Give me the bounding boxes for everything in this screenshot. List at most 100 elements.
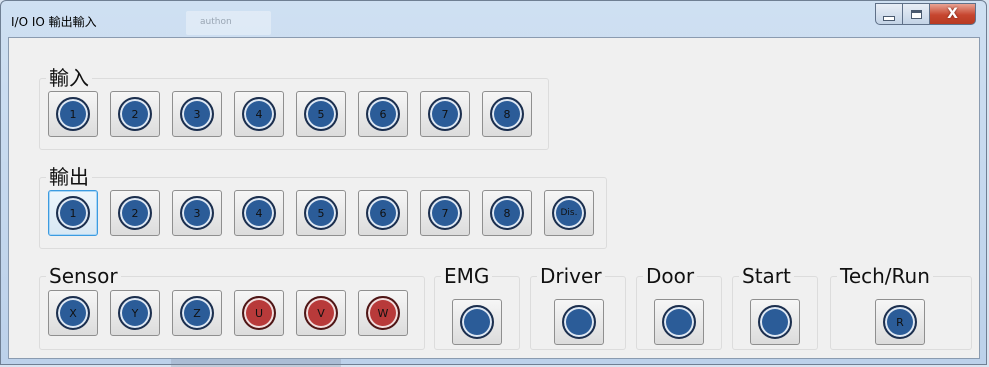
output-lamp-icon: Dis. [552, 196, 586, 230]
input-lamp-label: 4 [255, 108, 263, 121]
output-button-4[interactable]: 4 [234, 190, 284, 236]
input-lamp-icon: 4 [242, 97, 276, 131]
input-lamp-label: 6 [379, 108, 387, 121]
sensor-group: Sensor X Y Z U V W [39, 265, 425, 350]
start-group-label: Start [739, 265, 794, 287]
sensor-lamp-label: Z [193, 307, 201, 320]
minimize-button[interactable] [875, 3, 903, 25]
output-button-9[interactable]: Dis. [544, 190, 594, 236]
input-lamp-icon: 1 [56, 97, 90, 131]
output-lamp-label: 5 [317, 207, 325, 220]
sensor-lamp-icon: X [56, 296, 90, 330]
input-lamp-icon: 7 [428, 97, 462, 131]
output-button-6[interactable]: 6 [358, 190, 408, 236]
background-window-ghost: authon [186, 11, 271, 35]
maximize-button[interactable] [903, 3, 930, 25]
close-icon: X [947, 6, 958, 22]
input-lamp-label: 8 [503, 108, 511, 121]
techrun-group-label: Tech/Run [837, 265, 933, 287]
input-button-1[interactable]: 1 [48, 91, 98, 137]
input-button-3[interactable]: 3 [172, 91, 222, 137]
sensor-button-3[interactable]: Z [172, 290, 222, 336]
input-lamp-icon: 6 [366, 97, 400, 131]
output-lamp-icon: 2 [118, 196, 152, 230]
input-button-2[interactable]: 2 [110, 91, 160, 137]
input-lamp-label: 1 [69, 108, 77, 121]
emg-group: EMG [434, 265, 520, 350]
maximize-icon [910, 9, 922, 19]
techrun-button[interactable]: R [875, 299, 925, 345]
input-lamp-label: 7 [441, 108, 449, 121]
output-lamp-label: 4 [255, 207, 263, 220]
output-button-8[interactable]: 8 [482, 190, 532, 236]
output-lamp-icon: 5 [304, 196, 338, 230]
output-lamp-icon: 7 [428, 196, 462, 230]
input-lamp-icon: 5 [304, 97, 338, 131]
techrun-lamp-icon: R [883, 305, 917, 339]
sensor-lamp-label: Y [131, 307, 139, 320]
input-lamp-icon: 8 [490, 97, 524, 131]
output-lamp-label: 7 [441, 207, 449, 220]
input-button-8[interactable]: 8 [482, 91, 532, 137]
input-lamp-label: 3 [193, 108, 201, 121]
output-button-5[interactable]: 5 [296, 190, 346, 236]
sensor-button-2[interactable]: Y [110, 290, 160, 336]
input-group-label: 輸入 [46, 67, 92, 89]
door-group-label: Door [643, 265, 698, 287]
door-lamp-icon [662, 305, 696, 339]
output-button-1[interactable]: 1 [48, 190, 98, 236]
start-group: Start [732, 265, 818, 350]
background-window-ghost-bottom [171, 359, 341, 367]
input-group: 輸入 1 2 3 4 5 6 7 8 [39, 67, 549, 150]
output-lamp-label: 1 [69, 207, 77, 220]
output-button-7[interactable]: 7 [420, 190, 470, 236]
techrun-button-label: R [896, 316, 904, 329]
sensor-lamp-icon: Y [118, 296, 152, 330]
start-lamp-icon [758, 305, 792, 339]
title-bar[interactable]: I/O IO 輸出輸入 authon X [1, 1, 986, 37]
driver-group: Driver [530, 265, 626, 350]
door-lamp-button[interactable] [654, 299, 704, 345]
output-lamp-icon: 4 [242, 196, 276, 230]
start-lamp-button[interactable] [750, 299, 800, 345]
output-lamp-icon: 6 [366, 196, 400, 230]
output-lamp-label: 2 [131, 207, 139, 220]
output-lamp-icon: 1 [56, 196, 90, 230]
sensor-lamp-icon: U [242, 296, 276, 330]
emg-lamp-button[interactable] [452, 299, 502, 345]
sensor-button-4[interactable]: U [234, 290, 284, 336]
input-lamp-icon: 3 [180, 97, 214, 131]
sensor-button-6[interactable]: W [358, 290, 408, 336]
minimize-icon [883, 15, 895, 21]
driver-group-label: Driver [537, 265, 605, 287]
sensor-group-label: Sensor [46, 265, 121, 287]
sensor-lamp-icon: V [304, 296, 338, 330]
window-controls: X [875, 3, 976, 27]
input-lamp-label: 2 [131, 108, 139, 121]
sensor-button-5[interactable]: V [296, 290, 346, 336]
io-window: I/O IO 輸出輸入 authon X 輸入 1 2 3 4 5 6 7 8 輸出 1 2 3 4… [0, 0, 987, 367]
close-button[interactable]: X [930, 3, 976, 25]
sensor-button-1[interactable]: X [48, 290, 98, 336]
output-button-2[interactable]: 2 [110, 190, 160, 236]
input-button-7[interactable]: 7 [420, 91, 470, 137]
driver-lamp-button[interactable] [554, 299, 604, 345]
output-lamp-icon: 8 [490, 196, 524, 230]
ghost-text: authon [200, 17, 232, 27]
techrun-group: Tech/Run R [830, 265, 972, 350]
driver-lamp-icon [562, 305, 596, 339]
output-button-3[interactable]: 3 [172, 190, 222, 236]
input-button-4[interactable]: 4 [234, 91, 284, 137]
input-lamp-label: 5 [317, 108, 325, 121]
sensor-lamp-label: W [377, 307, 389, 320]
output-lamp-icon: 3 [180, 196, 214, 230]
sensor-lamp-icon: Z [180, 296, 214, 330]
emg-group-label: EMG [441, 265, 493, 287]
input-button-5[interactable]: 5 [296, 91, 346, 137]
sensor-lamp-label: U [254, 307, 264, 320]
sensor-lamp-label: V [317, 307, 325, 320]
output-group-label: 輸出 [46, 166, 92, 188]
client-area: 輸入 1 2 3 4 5 6 7 8 輸出 1 2 3 4 5 6 7 8 Dis. Sensor X Y Z U V… [8, 37, 980, 359]
output-lamp-label: 3 [193, 207, 201, 220]
input-button-6[interactable]: 6 [358, 91, 408, 137]
